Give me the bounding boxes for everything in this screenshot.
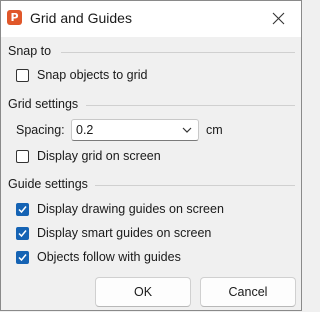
display-grid-label: Display grid on screen — [37, 149, 161, 163]
grid-settings-divider — [86, 105, 295, 106]
snap-objects-to-grid-label: Snap objects to grid — [37, 68, 148, 82]
spacing-select[interactable]: 0.2 — [71, 119, 199, 141]
display-grid-checkbox[interactable] — [16, 149, 29, 163]
cancel-button[interactable]: Cancel — [200, 277, 296, 307]
snap-to-divider — [61, 52, 295, 53]
spacing-value: 0.2 — [76, 123, 94, 137]
display-drawing-guides-label: Display drawing guides on screen — [37, 202, 224, 216]
guide-settings-divider — [95, 185, 295, 186]
spacing-label: Spacing: — [16, 123, 65, 137]
spacing-unit-label: cm — [206, 123, 223, 137]
close-button[interactable] — [257, 1, 301, 37]
close-icon — [272, 12, 285, 25]
display-grid-row[interactable]: Display grid on screen — [16, 148, 161, 164]
objects-follow-guides-checkbox[interactable] — [16, 250, 29, 264]
checkmark-icon — [18, 229, 27, 237]
display-drawing-guides-row[interactable]: Display drawing guides on screen — [16, 201, 224, 217]
grid-and-guides-dialog: P Grid and Guides Snap to Snap objects t… — [0, 0, 302, 311]
snap-objects-to-grid-checkbox[interactable] — [16, 68, 29, 82]
ok-button[interactable]: OK — [95, 277, 191, 307]
dialog-title: Grid and Guides — [30, 10, 132, 26]
grid-settings-header: Grid settings — [8, 97, 79, 111]
display-smart-guides-checkbox[interactable] — [16, 226, 29, 240]
snap-to-header: Snap to — [8, 44, 52, 58]
title-bar[interactable]: P Grid and Guides — [1, 1, 301, 37]
checkmark-icon — [18, 205, 27, 213]
display-smart-guides-label: Display smart guides on screen — [37, 226, 212, 240]
guide-settings-header: Guide settings — [8, 177, 88, 191]
snap-objects-to-grid-row[interactable]: Snap objects to grid — [16, 67, 148, 83]
display-smart-guides-row[interactable]: Display smart guides on screen — [16, 225, 211, 241]
powerpoint-app-icon: P — [7, 10, 22, 25]
chevron-down-icon — [182, 127, 192, 133]
checkmark-icon — [18, 253, 27, 261]
objects-follow-guides-label: Objects follow with guides — [37, 250, 181, 264]
display-drawing-guides-checkbox[interactable] — [16, 202, 29, 216]
objects-follow-guides-row[interactable]: Objects follow with guides — [16, 249, 181, 265]
